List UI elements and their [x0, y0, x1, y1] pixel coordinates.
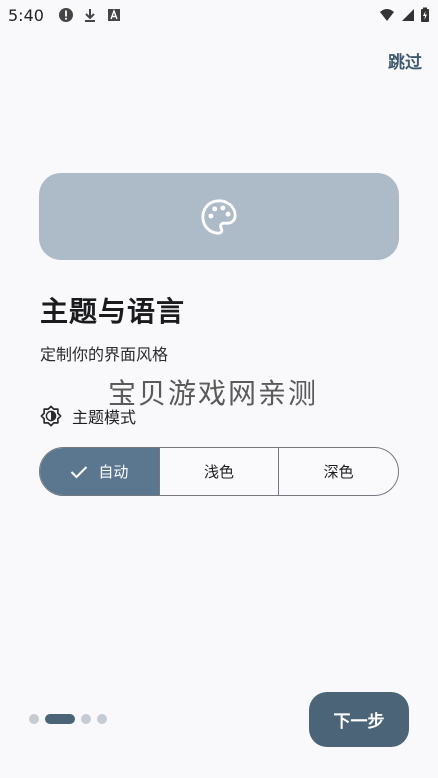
page-dot	[81, 714, 91, 724]
theme-option-light-label: 浅色	[204, 463, 235, 481]
status-icons-right	[378, 7, 430, 23]
theme-mode-selector: 自动 浅色 深色	[39, 447, 399, 496]
hero-banner	[39, 173, 399, 260]
battery-charging-icon	[421, 7, 429, 22]
a-box-icon	[107, 9, 120, 21]
page-indicator	[29, 714, 107, 724]
page-dot	[97, 714, 107, 724]
brightness-icon	[40, 405, 62, 427]
page-dot-active	[45, 714, 75, 724]
skip-button[interactable]: 跳过	[388, 48, 422, 73]
wifi-icon	[380, 9, 394, 21]
status-icons-left	[58, 7, 122, 23]
theme-option-dark[interactable]: 深色	[278, 448, 398, 495]
theme-option-light[interactable]: 浅色	[158, 448, 279, 495]
status-bar: 5:40	[0, 0, 438, 30]
status-time: 5:40	[8, 5, 44, 25]
signal-icon	[402, 9, 414, 21]
check-icon	[71, 465, 88, 478]
watermark-text: 宝贝游戏网亲测	[108, 377, 319, 410]
theme-option-dark-label: 深色	[323, 463, 354, 481]
theme-option-auto-label: 自动	[98, 463, 129, 481]
theme-option-auto[interactable]: 自动	[40, 448, 159, 495]
page-dot	[29, 714, 39, 724]
page-subtitle: 定制你的界面风格	[40, 345, 169, 364]
next-button[interactable]: 下一步	[309, 692, 409, 747]
palette-icon	[201, 198, 237, 235]
theme-mode-label: 主题模式	[72, 408, 137, 427]
theme-mode-header: 主题模式	[40, 404, 136, 428]
page-title: 主题与语言	[40, 295, 186, 328]
alert-circle-icon	[58, 8, 73, 22]
download-icon	[84, 9, 95, 22]
